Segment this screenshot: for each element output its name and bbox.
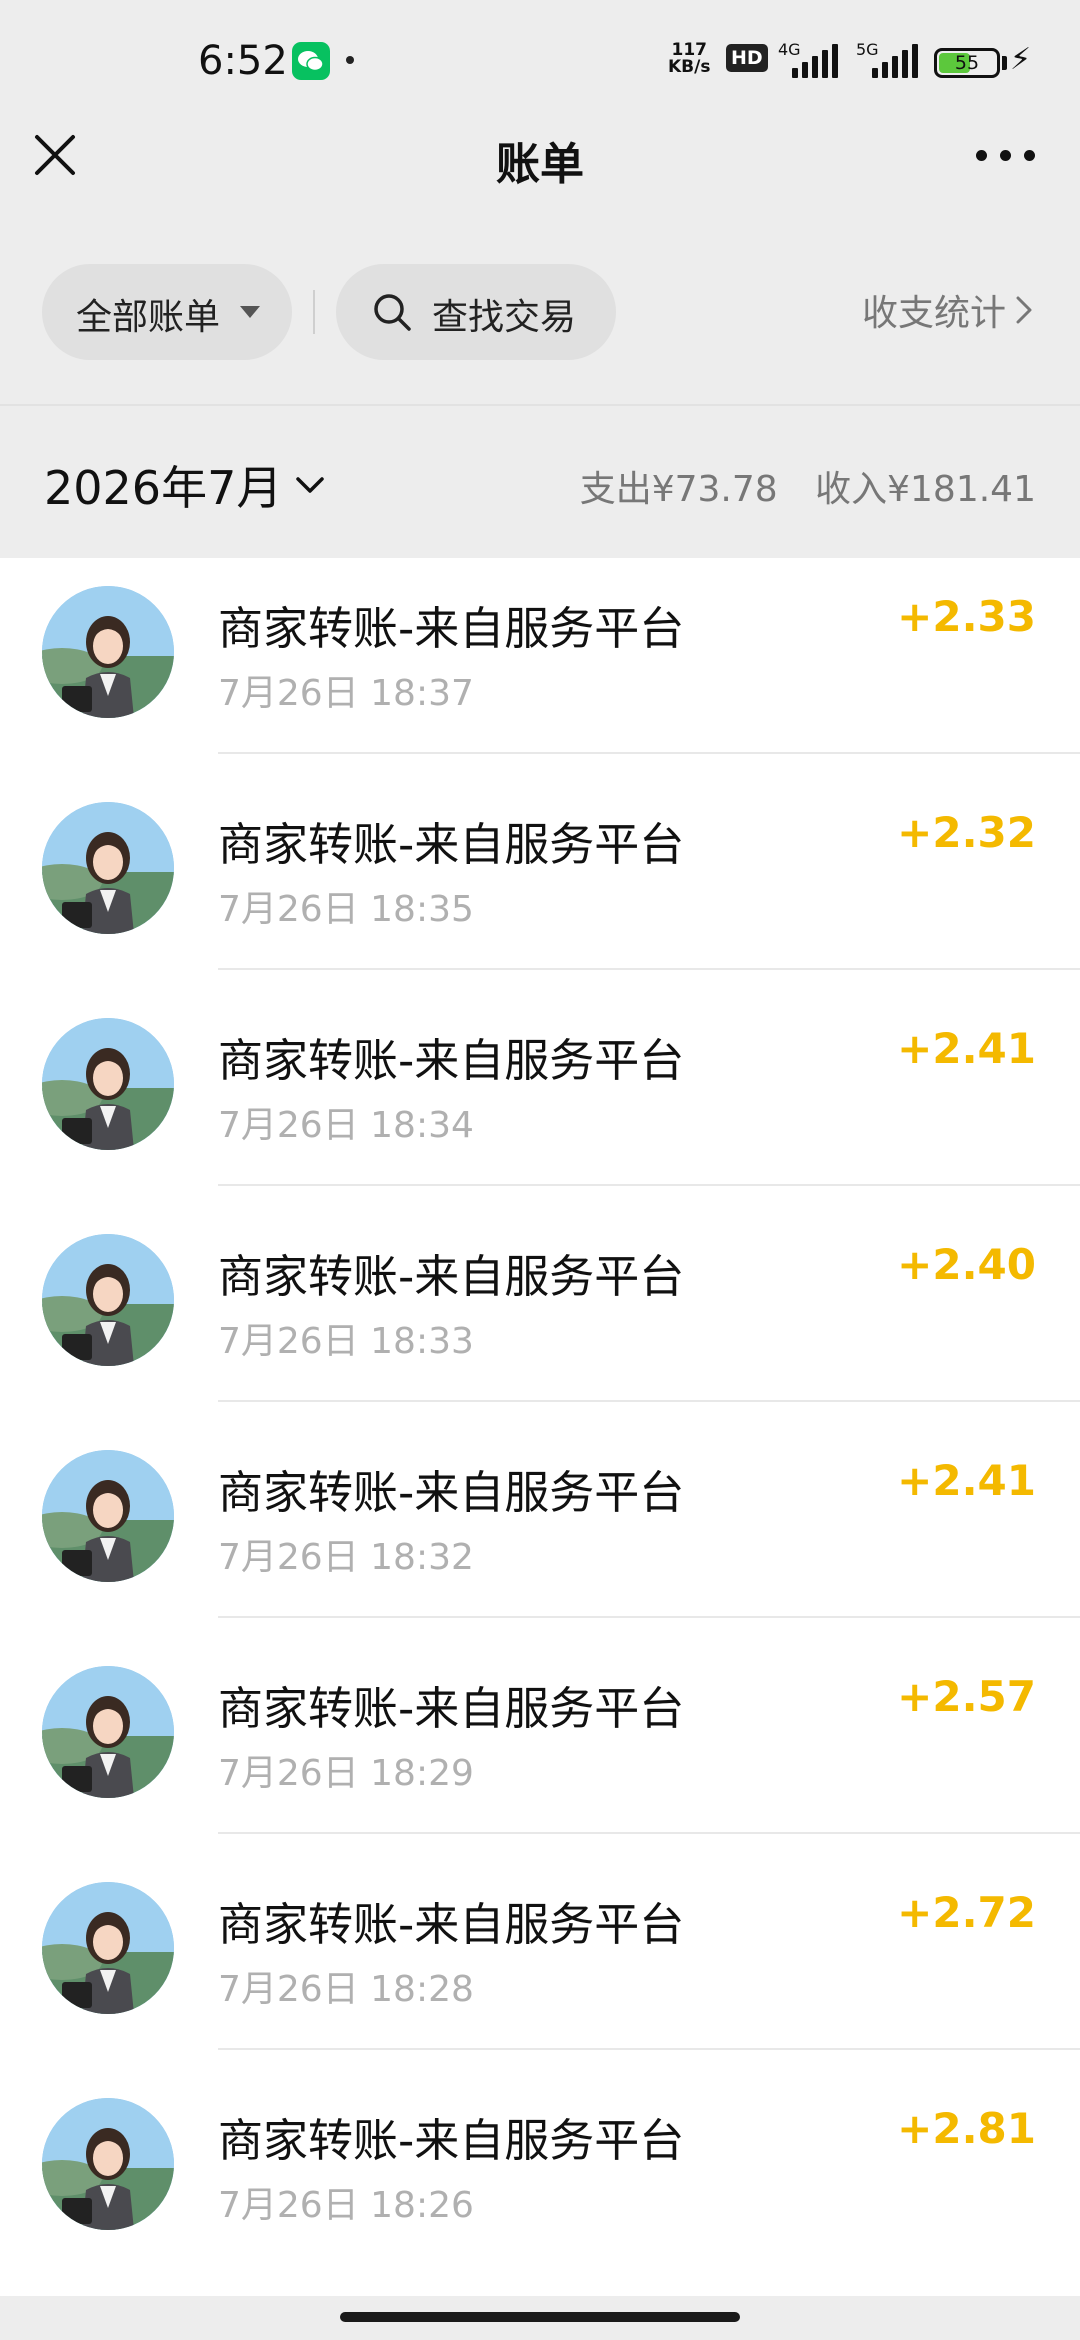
transaction-row[interactable]: 商家转账-来自服务平台 7月26日 18:37 +2.33: [0, 558, 1080, 754]
merchant-avatar: [42, 1018, 174, 1150]
transaction-time: 7月26日 18:26: [218, 2185, 474, 2226]
transaction-row[interactable]: 商家转账-来自服务平台 7月26日 18:26 +2.81: [0, 2050, 1080, 2266]
home-indicator[interactable]: [340, 2312, 740, 2322]
transaction-time: 7月26日 18:37: [218, 673, 474, 714]
transaction-time: 7月26日 18:35: [218, 889, 474, 930]
merchant-avatar: [42, 586, 174, 718]
transaction-row[interactable]: 商家转账-来自服务平台 7月26日 18:34 +2.41: [0, 970, 1080, 1186]
hd-badge: HD: [726, 44, 768, 72]
transaction-amount: +2.81: [897, 2104, 1036, 2153]
transaction-amount: +2.41: [897, 1456, 1036, 1505]
all-bills-filter-button[interactable]: 全部账单: [42, 264, 292, 360]
transaction-row[interactable]: 商家转账-来自服务平台 7月26日 18:29 +2.57: [0, 1618, 1080, 1834]
net-speed: 117 KB/s: [668, 42, 710, 76]
search-transactions-button[interactable]: 查找交易: [336, 264, 616, 360]
transaction-row[interactable]: 商家转账-来自服务平台 7月26日 18:35 +2.32: [0, 754, 1080, 970]
month-summary: 支出¥73.78 收入¥181.41: [580, 460, 1036, 512]
transaction-title: 商家转账-来自服务平台: [218, 1682, 685, 1735]
merchant-avatar: [42, 2098, 174, 2230]
battery-level: 55: [954, 52, 980, 74]
caret-down-icon: [240, 306, 260, 318]
merchant-avatar: [42, 1882, 174, 2014]
charging-bolt-icon: ⚡︎: [1010, 42, 1032, 77]
income-expense-stats-link[interactable]: 收支统计: [862, 284, 1036, 336]
month-expense: 支出¥73.78: [579, 469, 778, 510]
transaction-row[interactable]: 商家转账-来自服务平台 7月26日 18:28 +2.72: [0, 1834, 1080, 2050]
all-bills-label: 全部账单: [76, 297, 221, 338]
transaction-amount: +2.32: [897, 808, 1036, 857]
merchant-avatar: [42, 1450, 174, 1582]
net-speed-unit: KB/s: [668, 57, 711, 77]
transaction-title: 商家转账-来自服务平台: [218, 2114, 685, 2167]
transaction-amount: +2.57: [897, 1672, 1036, 1721]
battery-cap: [1002, 56, 1007, 70]
status-time: 6:52: [198, 38, 288, 84]
wechat-icon: [292, 42, 330, 80]
chevron-right-icon: [1016, 296, 1032, 324]
transaction-row[interactable]: 商家转账-来自服务平台 7月26日 18:32 +2.41: [0, 1402, 1080, 1618]
filter-divider: [313, 290, 315, 334]
notification-dot-icon: [346, 56, 354, 64]
battery-icon: 55: [934, 48, 1000, 78]
transaction-title: 商家转账-来自服务平台: [218, 1034, 685, 1087]
transaction-amount: +2.33: [897, 592, 1036, 641]
search-transactions-label: 查找交易: [432, 297, 577, 338]
month-label: 2026年7月: [44, 461, 283, 515]
more-options-icon[interactable]: [976, 150, 1036, 162]
transaction-time: 7月26日 18:32: [218, 1537, 474, 1578]
transaction-title: 商家转账-来自服务平台: [218, 602, 685, 655]
search-icon: [374, 294, 411, 331]
chevron-down-icon: [296, 477, 325, 493]
page-title: 账单: [496, 139, 584, 190]
merchant-avatar: [42, 1234, 174, 1366]
month-selector[interactable]: 2026年7月: [44, 452, 326, 518]
transaction-amount: +2.41: [897, 1024, 1036, 1073]
merchant-avatar: [42, 802, 174, 934]
transaction-list: 商家转账-来自服务平台 7月26日 18:37 +2.33 商家转账-来自服务平…: [0, 558, 1080, 2296]
signal-5g-icon: [872, 40, 920, 78]
header-divider: [0, 404, 1080, 406]
transaction-amount: +2.40: [897, 1240, 1036, 1289]
transaction-time: 7月26日 18:34: [218, 1105, 474, 1146]
transaction-title: 商家转账-来自服务平台: [218, 1466, 685, 1519]
signal-4g-icon: [792, 40, 840, 78]
transaction-time: 7月26日 18:29: [218, 1753, 474, 1794]
status-bar: 6:52 117 KB/s HD 4G 5G 55 ⚡︎: [0, 0, 1080, 120]
transaction-title: 商家转账-来自服务平台: [218, 1898, 685, 1951]
month-income: 收入¥181.41: [815, 469, 1036, 510]
stats-label: 收支统计: [861, 293, 1006, 334]
transaction-time: 7月26日 18:33: [218, 1321, 474, 1362]
transaction-title: 商家转账-来自服务平台: [218, 1250, 685, 1303]
transaction-row[interactable]: 商家转账-来自服务平台 7月26日 18:33 +2.40: [0, 1186, 1080, 1402]
transaction-amount: +2.72: [897, 1888, 1036, 1937]
transaction-time: 7月26日 18:28: [218, 1969, 474, 2010]
transaction-title: 商家转账-来自服务平台: [218, 818, 685, 871]
merchant-avatar: [42, 1666, 174, 1798]
bill-screen: 6:52 117 KB/s HD 4G 5G 55 ⚡︎ 账单 全部账单 查找交…: [0, 0, 1080, 2340]
